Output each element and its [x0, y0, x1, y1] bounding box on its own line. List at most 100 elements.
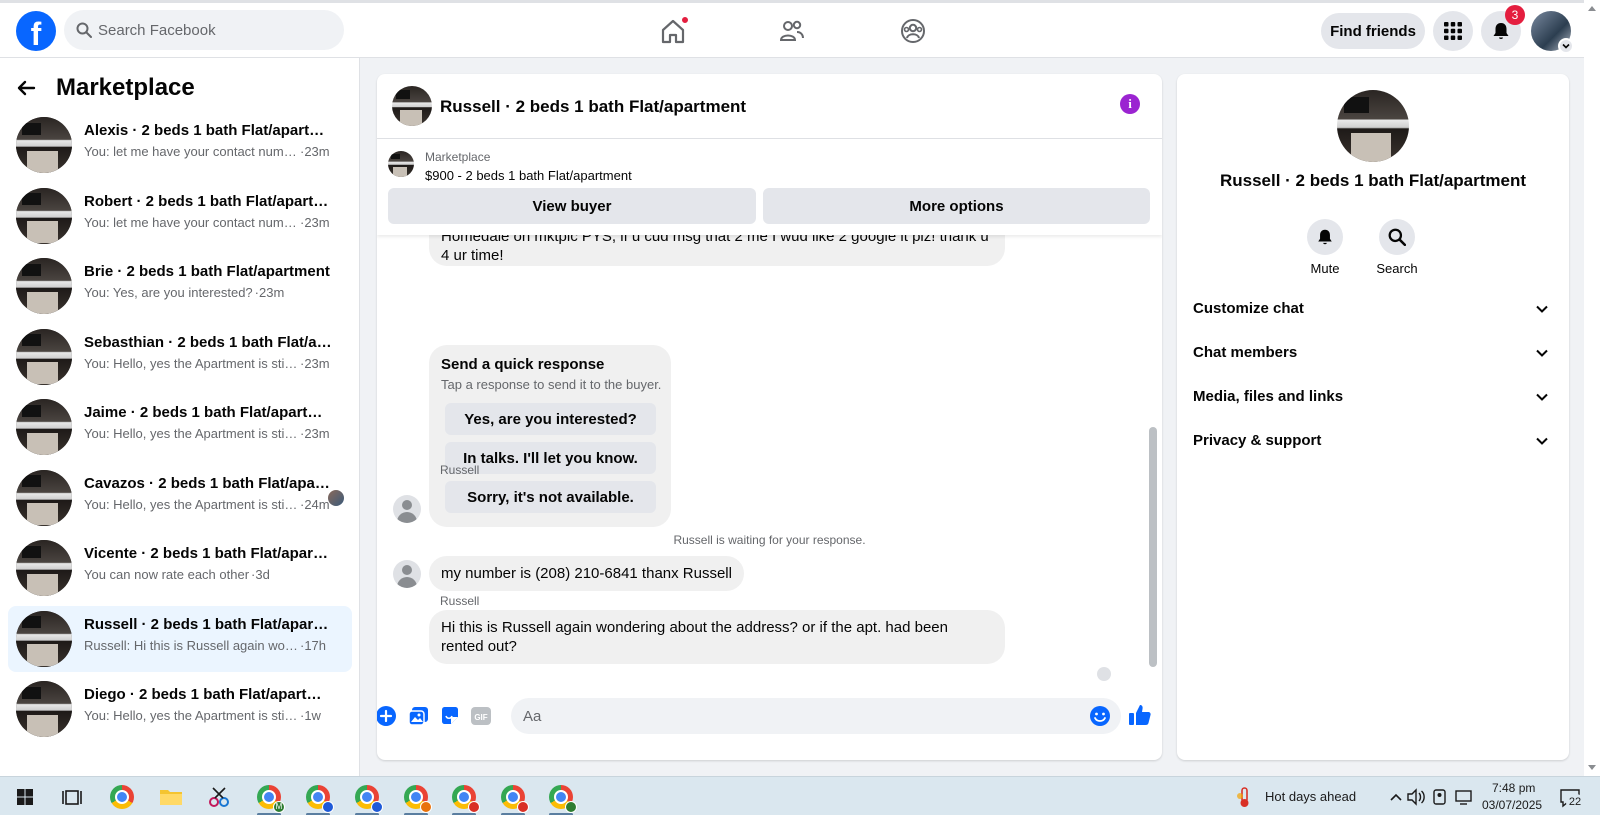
- file-explorer-icon[interactable]: [157, 783, 185, 811]
- find-friends-button[interactable]: Find friends: [1321, 13, 1425, 49]
- groups-icon[interactable]: [899, 17, 927, 45]
- top-navigation-bar: f Find friends 3: [0, 0, 1584, 58]
- details-title: Russell · 2 beds 1 bath Flat/apartment: [1219, 171, 1527, 190]
- conversation-snippet: You: Yes, are you interested?: [84, 285, 253, 300]
- conversation-item[interactable]: Robert · 2 beds 1 bath Flat/apartment You…: [8, 183, 352, 249]
- quick-response-card: Send a quick response Tap a response to …: [429, 345, 671, 527]
- listing-name[interactable]: $900 - 2 beds 1 bath Flat/apartment: [425, 168, 632, 183]
- network-icon[interactable]: [1450, 783, 1478, 811]
- section-label: Customize chat: [1193, 300, 1304, 317]
- friends-icon[interactable]: [778, 17, 806, 45]
- message-bubble-partial: Homedale on mktplc PYS, if u cud msg tha…: [429, 235, 1005, 266]
- mute-action[interactable]: Mute: [1295, 219, 1355, 276]
- chrome-profile-icon[interactable]: [547, 783, 577, 815]
- conversation-title: Vicente · 2 beds 1 bath Flat/apartment: [84, 545, 332, 562]
- listing-thumbnail: [16, 187, 72, 244]
- media-files-links-section[interactable]: Media, files and links: [1177, 376, 1569, 420]
- conversation-time: ·23m: [300, 144, 330, 159]
- search-action[interactable]: Search: [1367, 219, 1427, 276]
- message-text: my number is (208) 210-6841 thanx Russel…: [441, 565, 732, 582]
- message-bubble: my number is (208) 210-6841 thanx Russel…: [429, 556, 744, 591]
- chrome-profile-icon[interactable]: [402, 783, 432, 815]
- photo-icon[interactable]: [408, 705, 432, 729]
- conversation-item[interactable]: Sebasthian · 2 beds 1 bath Flat/apartmen…: [8, 324, 352, 390]
- gif-icon[interactable]: GIF: [470, 705, 494, 729]
- info-icon[interactable]: i: [1120, 94, 1140, 114]
- chat-scrollbar[interactable]: [1149, 235, 1157, 685]
- privacy-support-section[interactable]: Privacy & support: [1177, 420, 1569, 464]
- quick-response-yes-button[interactable]: Yes, are you interested?: [445, 403, 656, 435]
- profile-avatar[interactable]: [1337, 90, 1409, 162]
- sender-name: Russell: [440, 463, 480, 477]
- chrome-profile-icon[interactable]: [304, 783, 334, 815]
- account-avatar[interactable]: [1531, 11, 1574, 54]
- chrome-profile-icon[interactable]: [499, 783, 529, 815]
- conversation-item[interactable]: Russell · 2 beds 1 bath Flat/apartment Ru…: [8, 605, 352, 672]
- chevron-down-icon: [1535, 346, 1549, 360]
- plus-circle-icon[interactable]: [377, 705, 399, 729]
- chrome-icon[interactable]: [108, 783, 136, 811]
- search-input[interactable]: [98, 10, 328, 50]
- weather-text[interactable]: Hot days ahead: [1265, 789, 1356, 804]
- message-input-box[interactable]: [511, 698, 1121, 734]
- home-icon[interactable]: [659, 16, 689, 45]
- conversation-preview: You: Hello, yes the Apartment is still a…: [84, 356, 338, 371]
- listing-thumbnail: [16, 258, 72, 314]
- chevron-down-icon: [1535, 434, 1549, 448]
- page-scrollbar[interactable]: [1584, 0, 1600, 776]
- sender-avatar[interactable]: [393, 560, 421, 588]
- chrome-profile-icon[interactable]: [353, 783, 383, 815]
- back-arrow-icon[interactable]: [16, 78, 36, 98]
- logo-letter: f: [30, 16, 42, 51]
- conversation-item[interactable]: Alexis · 2 beds 1 bath Flat/apartment You…: [8, 112, 352, 178]
- conversation-item[interactable]: Diego · 2 beds 1 bath Flat/apartment You:…: [8, 676, 352, 742]
- view-buyer-button[interactable]: View buyer: [388, 188, 756, 224]
- section-label: Media, files and links: [1193, 388, 1344, 405]
- conversation-title: Alexis · 2 beds 1 bath Flat/apartment: [84, 122, 332, 139]
- customize-chat-section[interactable]: Customize chat: [1177, 288, 1569, 332]
- sender-avatar[interactable]: [393, 495, 421, 523]
- like-thumb-icon[interactable]: [1128, 703, 1152, 727]
- listing-thumbnail: [16, 540, 72, 596]
- search-box[interactable]: [64, 10, 344, 50]
- conversation-item[interactable]: Jaime · 2 beds 1 bath Flat/apartment You:…: [8, 394, 352, 460]
- task-view-icon[interactable]: [57, 783, 85, 811]
- weather-thermometer-icon[interactable]: [1230, 783, 1258, 811]
- conversation-snippet: You: let me have your contact number: [84, 144, 298, 159]
- notification-center-icon[interactable]: 22: [1556, 783, 1584, 811]
- listing-banner: Marketplace $900 - 2 beds 1 bath Flat/ap…: [377, 139, 1162, 235]
- chrome-profile-icon[interactable]: [450, 783, 480, 815]
- notifications-bell-icon[interactable]: 3: [1481, 5, 1525, 51]
- chrome-profile-icon[interactable]: M: [255, 783, 285, 815]
- scroll-up-arrow-icon[interactable]: [1588, 6, 1596, 11]
- quick-response-not-available-button[interactable]: Sorry, it's not available.: [445, 481, 656, 513]
- scroll-down-arrow-icon[interactable]: [1588, 765, 1596, 770]
- conversation-time: ·23m: [300, 214, 330, 230]
- chat-title[interactable]: Russell · 2 beds 1 bath Flat/apartment: [440, 97, 746, 117]
- conversation-item[interactable]: Brie · 2 beds 1 bath Flat/apartment You: …: [8, 253, 352, 319]
- conversation-snippet: You: Hello, yes the Apartment is still a…: [84, 426, 298, 441]
- conversation-item[interactable]: Cavazos · 2 beds 1 bath Flat/apartment Yo…: [8, 465, 352, 531]
- chat-scrollbar-thumb[interactable]: [1149, 427, 1157, 667]
- clock-time[interactable]: 7:48 pm: [1492, 781, 1535, 795]
- conversation-time: ·3d: [251, 567, 270, 582]
- emoji-icon[interactable]: [1089, 705, 1111, 727]
- conversation-time: ·17h: [300, 637, 327, 653]
- listing-thumbnail: [16, 681, 72, 737]
- clock-date[interactable]: 03/07/2025: [1482, 798, 1542, 812]
- chat-members-section[interactable]: Chat members: [1177, 332, 1569, 376]
- sticker-icon[interactable]: [439, 705, 463, 729]
- bell-icon[interactable]: [1307, 219, 1343, 255]
- notification-count-badge: 3: [1505, 5, 1525, 25]
- message-input[interactable]: [523, 698, 1073, 734]
- chat-avatar[interactable]: [392, 86, 432, 126]
- conversation-preview: You: Hello, yes the Apartment is still a…: [84, 426, 338, 441]
- conversation-item[interactable]: Vicente · 2 beds 1 bath Flat/apartment Yo…: [8, 535, 352, 601]
- snipping-tool-icon[interactable]: [205, 783, 233, 811]
- facebook-logo[interactable]: f: [16, 11, 56, 51]
- search-icon[interactable]: [1379, 219, 1415, 255]
- conversation-preview: You: Hello, yes the Apartment is still a…: [84, 708, 338, 723]
- menu-grid-icon[interactable]: [1433, 11, 1473, 51]
- more-options-button[interactable]: More options: [763, 188, 1150, 224]
- windows-start-icon[interactable]: [11, 783, 39, 811]
